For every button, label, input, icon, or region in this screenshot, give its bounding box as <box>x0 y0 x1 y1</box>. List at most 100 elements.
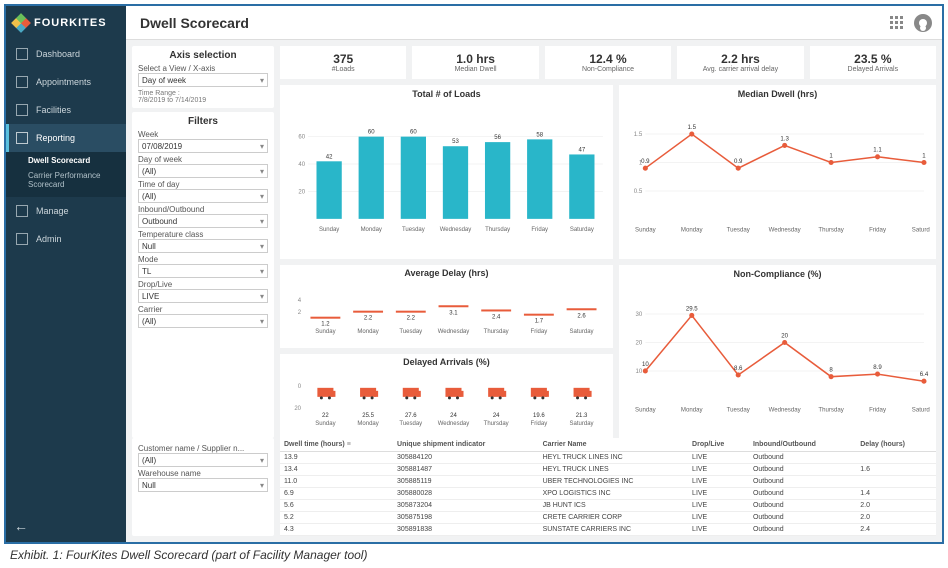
svg-text:8.9: 8.9 <box>873 364 882 371</box>
sidebar-subitem[interactable]: Dwell Scorecard <box>28 156 126 165</box>
filter-label: Inbound/Outbound <box>138 205 268 214</box>
filter-label: Time of day <box>138 180 268 189</box>
filter-select[interactable]: Null <box>138 239 268 253</box>
svg-text:Sunday: Sunday <box>635 406 657 413</box>
col-header[interactable]: Dwell time (hours)≡ <box>280 438 393 452</box>
header-actions <box>890 6 942 40</box>
axis-title: Axis selection <box>138 50 268 61</box>
filter-label: Mode <box>138 255 268 264</box>
kpi-card: 12.4 %Non-Compliance <box>545 46 671 79</box>
svg-text:29.5: 29.5 <box>686 305 698 312</box>
sidebar: DashboardAppointmentsFacilitiesReporting… <box>6 40 126 542</box>
svg-text:58: 58 <box>536 132 543 138</box>
table-row[interactable]: 5.6305873204JB HUNT ICSLIVEOutbound2.0 <box>280 500 936 512</box>
filter-select[interactable]: Outbound <box>138 214 268 228</box>
svg-text:Tuesday: Tuesday <box>727 227 751 234</box>
kpi-card: 2.2 hrsAvg. carrier arrival delay <box>677 46 803 79</box>
user-avatar-icon[interactable] <box>914 14 932 32</box>
table-row[interactable]: 6.9305880028XPO LOGISTICS INCLIVEOutboun… <box>280 488 936 500</box>
table-row[interactable]: 13.4305881487HEYL TRUCK LINESLIVEOutboun… <box>280 464 936 476</box>
body: DashboardAppointmentsFacilitiesReporting… <box>6 40 942 542</box>
svg-text:1.2: 1.2 <box>321 321 330 327</box>
filter-label: Carrier <box>138 305 268 314</box>
col-header[interactable]: Delay (hours) <box>856 438 936 452</box>
kpi-card: 375#Loads <box>280 46 406 79</box>
filter-label: Day of week <box>138 155 268 164</box>
brand-text: FOURKITES <box>34 17 107 29</box>
svg-text:60: 60 <box>368 130 375 136</box>
svg-text:Friday: Friday <box>531 227 548 233</box>
svg-text:20: 20 <box>298 189 305 195</box>
filter-column: Axis selection Select a View / X-axis Da… <box>132 46 274 438</box>
sidebar-item-manage[interactable]: Manage <box>6 197 126 225</box>
svg-text:2.2: 2.2 <box>407 315 416 321</box>
svg-text:Sunday: Sunday <box>315 421 335 427</box>
filter-select[interactable]: Null <box>138 478 268 492</box>
svg-text:2.2: 2.2 <box>364 315 373 321</box>
filter-select[interactable]: TL <box>138 264 268 278</box>
filter-label: Week <box>138 130 268 139</box>
table-wrap: Customer name / Supplier n...(All)Wareho… <box>126 438 942 542</box>
sidebar-subitem[interactable]: Carrier Performance Scorecard <box>28 171 126 189</box>
svg-text:1.5: 1.5 <box>634 131 643 138</box>
svg-text:25.5: 25.5 <box>362 413 374 419</box>
filter-select[interactable]: (All) <box>138 164 268 178</box>
svg-text:Sunday: Sunday <box>319 227 339 233</box>
sidebar-item-admin[interactable]: Admin <box>6 225 126 253</box>
table-row[interactable]: 4.3305891838SUNSTATE CARRIERS INCLIVEOut… <box>280 524 936 536</box>
svg-text:Monday: Monday <box>681 406 704 413</box>
sidebar-item-dashboard[interactable]: Dashboard <box>6 40 126 68</box>
sidebar-item-facilities[interactable]: Facilities <box>6 96 126 124</box>
logo-icon <box>11 13 31 33</box>
axis-panel: Axis selection Select a View / X-axis Da… <box>132 46 274 108</box>
svg-text:20: 20 <box>294 406 301 412</box>
table-filters-panel: Customer name / Supplier n...(All)Wareho… <box>132 438 274 536</box>
filter-label: Temperature class <box>138 230 268 239</box>
table-row[interactable]: 5.2305875198CRETE CARRIER CORPLIVEOutbou… <box>280 512 936 524</box>
axis-view-label: Select a View / X-axis <box>138 64 268 73</box>
svg-text:Thursday: Thursday <box>485 227 510 233</box>
svg-text:Wednesday: Wednesday <box>438 328 470 334</box>
sidebar-collapse[interactable]: ← <box>6 510 126 542</box>
col-header[interactable]: Unique shipment indicator <box>393 438 539 452</box>
filter-label: Drop/Live <box>138 280 268 289</box>
svg-text:20: 20 <box>781 332 788 339</box>
svg-text:Saturday: Saturday <box>570 421 594 427</box>
svg-text:60: 60 <box>298 135 305 141</box>
filter-select[interactable]: (All) <box>138 189 268 203</box>
svg-text:Thursday: Thursday <box>818 227 844 234</box>
svg-text:4: 4 <box>298 297 302 303</box>
sidebar-item-appointments[interactable]: Appointments <box>6 68 126 96</box>
table-row[interactable]: 13.9305884120HEYL TRUCK LINES INCLIVEOut… <box>280 452 936 464</box>
filter-select[interactable]: LIVE <box>138 289 268 303</box>
col-header[interactable]: Inbound/Outbound <box>749 438 856 452</box>
svg-text:Saturday: Saturday <box>570 227 594 233</box>
svg-text:Friday: Friday <box>531 421 548 427</box>
table-row[interactable]: 11.0305885119UBER TECHNOLOGIES INCLIVEOu… <box>280 476 936 488</box>
svg-text:1: 1 <box>829 152 833 159</box>
svg-text:40: 40 <box>298 162 305 168</box>
svg-text:Saturday: Saturday <box>570 328 594 334</box>
col-header[interactable]: Carrier Name <box>539 438 688 452</box>
svg-text:Friday: Friday <box>869 406 887 413</box>
filter-select[interactable]: (All) <box>138 314 268 328</box>
col-header[interactable]: Drop/Live <box>688 438 749 452</box>
sidebar-item-reporting[interactable]: Reporting <box>6 124 126 152</box>
svg-text:Sunday: Sunday <box>315 328 335 334</box>
filter-select[interactable]: 07/08/2019 <box>138 139 268 153</box>
svg-text:3.1: 3.1 <box>449 310 458 316</box>
left-stack: Average Delay (hrs) 241.2Sunday2.2Monday… <box>280 265 613 439</box>
svg-text:0.9: 0.9 <box>641 158 650 165</box>
svg-text:0: 0 <box>298 384 302 390</box>
svg-text:22: 22 <box>322 413 329 419</box>
chart-median-dwell: Median Dwell (hrs) 0.511.50.9Sunday1.5Mo… <box>619 85 936 259</box>
nav-icon <box>16 132 28 144</box>
apps-icon[interactable] <box>890 16 904 30</box>
svg-text:1.1: 1.1 <box>873 147 882 154</box>
svg-text:8.6: 8.6 <box>734 364 743 371</box>
svg-text:1.5: 1.5 <box>687 124 696 131</box>
kpi-card: 23.5 %Delayed Arrivals <box>810 46 936 79</box>
axis-view-select[interactable]: Day of week <box>138 73 268 87</box>
upper: Axis selection Select a View / X-axis Da… <box>126 40 942 438</box>
filter-select[interactable]: (All) <box>138 453 268 467</box>
